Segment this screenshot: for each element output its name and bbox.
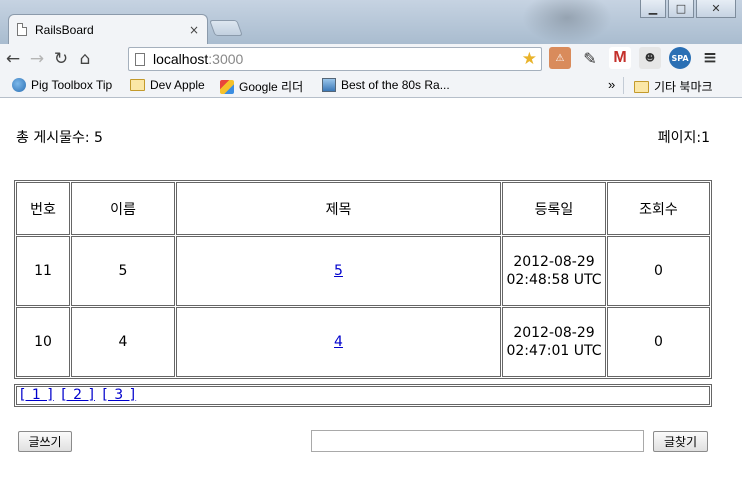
- column-header-number: 번호: [16, 182, 70, 235]
- title-bar: RailsBoard × ▁ □ ✕: [0, 0, 742, 44]
- table-header-row: 번호 이름 제목 등록일 조회수: [16, 182, 710, 235]
- address-bar[interactable]: localhost:3000 ★: [128, 47, 542, 71]
- spa-extension-icon[interactable]: SPA: [669, 47, 691, 69]
- google-reader-icon: [220, 79, 234, 94]
- page-link-2[interactable]: [ 2 ]: [61, 387, 95, 403]
- cell-title: 5: [176, 236, 501, 306]
- bookmark-dev-apple[interactable]: Dev Apple: [130, 78, 205, 92]
- page-content: 총 게시물수: 5 페이지:1 번호 이름 제목 등록일 조회수 11 5 5 …: [0, 98, 742, 488]
- pagination: [ 1 ] [ 2 ] [ 3 ]: [14, 384, 712, 407]
- bookmarks-bar: Pig Toolbox Tip Dev Apple Google 리더 Best…: [0, 74, 742, 98]
- window-controls: ▁ □ ✕: [640, 0, 736, 18]
- bookmark-best-80s[interactable]: Best of the 80s Ra...: [322, 78, 450, 92]
- table-row: 11 5 5 2012-08-29 02:48:58 UTC 0: [16, 236, 710, 306]
- write-post-button[interactable]: 글쓰기: [18, 431, 72, 452]
- post-table: 번호 이름 제목 등록일 조회수 11 5 5 2012-08-29 02:48:…: [14, 180, 712, 379]
- cell-date: 2012-08-29 02:48:58 UTC: [502, 236, 606, 306]
- folder-icon: [634, 80, 649, 93]
- bookmark-label: Google 리더: [239, 80, 304, 94]
- current-page-label: 페이지:1: [657, 130, 710, 146]
- browser-toolbar: ← → ↻ ⌂ localhost:3000 ★ ⚠ ✎ M ☻ SPA ≡: [0, 44, 742, 74]
- extension-icons: ⚠ ✎ M ☻ SPA ≡: [549, 47, 721, 69]
- post-title-link[interactable]: 4: [334, 334, 343, 350]
- bookmark-pig-toolbox[interactable]: Pig Toolbox Tip: [12, 78, 112, 92]
- page-icon: [17, 23, 27, 36]
- cell-number: 11: [16, 236, 70, 306]
- table-row: 10 4 4 2012-08-29 02:47:01 UTC 0: [16, 307, 710, 377]
- security-extension-icon[interactable]: ⚠: [549, 47, 571, 69]
- forward-icon[interactable]: →: [26, 48, 48, 70]
- other-bookmarks[interactable]: 기타 북마크: [634, 78, 713, 95]
- search-input[interactable]: [311, 430, 644, 452]
- gmail-icon[interactable]: M: [609, 47, 631, 69]
- minimize-button[interactable]: ▁: [640, 0, 666, 18]
- cell-number: 10: [16, 307, 70, 377]
- menu-icon[interactable]: ≡: [699, 47, 721, 69]
- total-post-count: 총 게시물수: 5: [16, 130, 103, 146]
- bookmarks-divider: [623, 77, 624, 94]
- page-link-1[interactable]: [ 1 ]: [20, 387, 54, 403]
- tool-extension-icon[interactable]: ✎: [579, 47, 601, 69]
- cell-name: 4: [71, 307, 175, 377]
- cell-name: 5: [71, 236, 175, 306]
- cell-views: 0: [607, 307, 710, 377]
- back-icon[interactable]: ←: [2, 48, 24, 70]
- home-icon[interactable]: ⌂: [74, 48, 96, 70]
- bookmark-label: Pig Toolbox Tip: [31, 78, 113, 92]
- tab-title: RailsBoard: [35, 22, 94, 37]
- reload-icon[interactable]: ↻: [50, 48, 72, 70]
- post-title-link[interactable]: 5: [334, 263, 343, 279]
- page-link-3[interactable]: [ 3 ]: [102, 387, 136, 403]
- page-icon: [135, 52, 145, 66]
- robot-extension-icon[interactable]: ☻: [639, 47, 661, 69]
- column-header-views: 조회수: [607, 182, 710, 235]
- column-header-name: 이름: [71, 182, 175, 235]
- bookmarks-overflow-icon[interactable]: »: [608, 77, 615, 92]
- column-header-date: 등록일: [502, 182, 606, 235]
- bookmark-label: 기타 북마크: [654, 80, 713, 94]
- globe-icon: [12, 78, 26, 92]
- cell-views: 0: [607, 236, 710, 306]
- bookmark-google-reader[interactable]: Google 리더: [220, 78, 303, 95]
- cell-date: 2012-08-29 02:47:01 UTC: [502, 307, 606, 377]
- bookmark-star-icon[interactable]: ★: [522, 49, 537, 69]
- cell-title: 4: [176, 307, 501, 377]
- close-window-button[interactable]: ✕: [696, 0, 736, 18]
- search-button[interactable]: 글찾기: [653, 431, 708, 452]
- tab-close-icon[interactable]: ×: [189, 23, 199, 37]
- bookmark-label: Dev Apple: [150, 78, 205, 92]
- bookmark-label: Best of the 80s Ra...: [341, 78, 450, 92]
- folder-icon: [130, 79, 145, 91]
- new-tab-button[interactable]: [209, 20, 243, 36]
- column-header-title: 제목: [176, 182, 501, 235]
- browser-tab[interactable]: RailsBoard ×: [8, 14, 208, 44]
- maximize-button[interactable]: □: [668, 0, 694, 18]
- url-text: localhost:3000: [153, 51, 244, 67]
- image-icon: [322, 78, 336, 92]
